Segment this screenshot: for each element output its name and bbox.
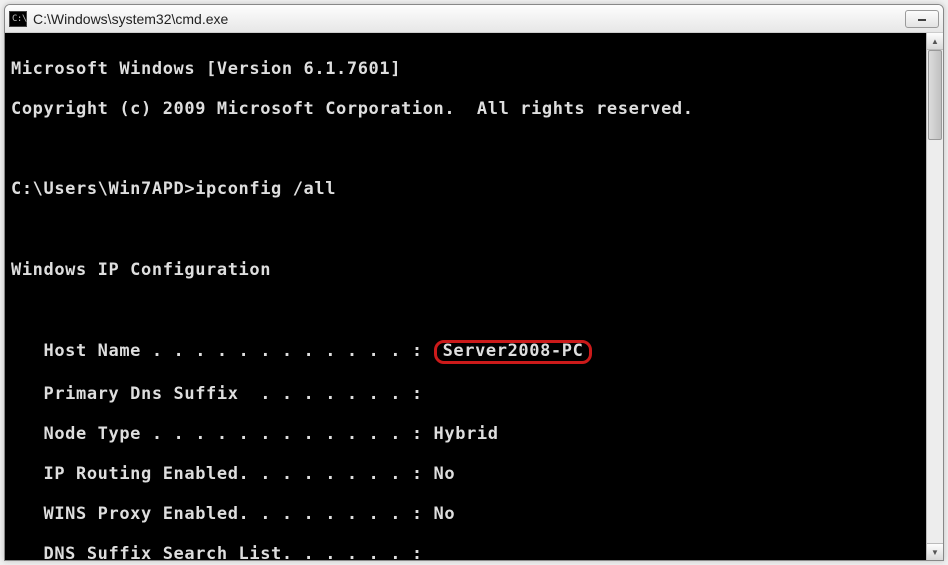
line-winsproxy: WINS Proxy Enabled. . . . . . . . : No <box>11 504 939 524</box>
titlebar[interactable]: C:\ C:\Windows\system32\cmd.exe <box>5 5 943 33</box>
hostname-highlight: Server2008-PC <box>434 340 593 364</box>
cmd-window: C:\ C:\Windows\system32\cmd.exe Microsof… <box>4 4 944 561</box>
window-controls <box>905 10 939 28</box>
line-copyright: Copyright (c) 2009 Microsoft Corporation… <box>11 99 939 119</box>
line-hostname: Host Name . . . . . . . . . . . . : Serv… <box>11 340 939 364</box>
line-dnslist: DNS Suffix Search List. . . . . . : <box>11 544 939 560</box>
window-title: C:\Windows\system32\cmd.exe <box>33 11 905 27</box>
section-ipconfig: Windows IP Configuration <box>11 260 939 280</box>
cmd-icon: C:\ <box>9 11 27 27</box>
scroll-down-button[interactable]: ▼ <box>927 543 943 560</box>
scroll-up-button[interactable]: ▲ <box>927 33 943 50</box>
blank <box>11 139 939 159</box>
line-nodetype: Node Type . . . . . . . . . . . . : Hybr… <box>11 424 939 444</box>
line-iprouting: IP Routing Enabled. . . . . . . . : No <box>11 464 939 484</box>
line-version: Microsoft Windows [Version 6.1.7601] <box>11 59 939 79</box>
hostname-label: Host Name . . . . . . . . . . . . : <box>11 341 434 361</box>
scroll-track[interactable] <box>927 50 943 543</box>
line-dns-suffix: Primary Dns Suffix . . . . . . . : <box>11 384 939 404</box>
prompt-line: C:\Users\Win7APD>ipconfig /all <box>11 179 939 199</box>
blank <box>11 219 939 239</box>
blank <box>11 300 939 320</box>
terminal-output: Microsoft Windows [Version 6.1.7601] Cop… <box>5 33 943 560</box>
scroll-thumb[interactable] <box>928 50 942 140</box>
minimize-button[interactable] <box>905 10 939 28</box>
vertical-scrollbar[interactable]: ▲ ▼ <box>926 33 943 560</box>
